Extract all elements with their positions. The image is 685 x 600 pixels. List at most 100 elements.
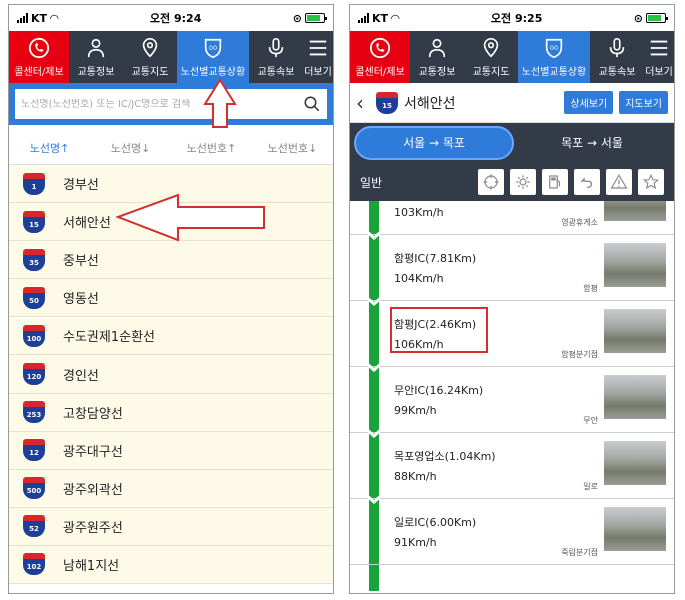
route-row[interactable]: 120 경인선 (9, 355, 333, 394)
route-header: ‹ 15 서해안선 상세보기 지도보기 (350, 83, 674, 123)
chevron-down-icon (362, 228, 386, 240)
segment-row[interactable]: 무안IC(16.24Km) 99Km/h 무안 (350, 360, 674, 433)
nav-route-status[interactable]: 00 노선별교통상황 (518, 31, 590, 83)
sort-num-asc[interactable]: 노선번호↑ (171, 140, 252, 156)
phone-icon (28, 37, 50, 58)
route-row[interactable]: 500 광주외곽선 (9, 470, 333, 508)
route-number: 120 (23, 369, 45, 386)
nav-label: 교통정보 (418, 66, 456, 78)
cctv-caption: 죽림분기점 (561, 548, 598, 557)
gas-station-icon[interactable] (542, 169, 568, 195)
chevron-down-icon (362, 426, 386, 438)
segment-row[interactable]: 함평JC(2.46Km) 106Km/h 함평분기점 (350, 294, 674, 367)
star-icon[interactable] (638, 169, 664, 195)
segment-name: 일로IC(6.00Km) (394, 516, 477, 529)
route-row[interactable]: 50 영동선 (9, 279, 333, 318)
detail-button[interactable]: 상세보기 (564, 91, 614, 114)
user-my-icon (87, 38, 105, 57)
route-row[interactable]: 12 광주대구선 (9, 432, 333, 470)
highlight-box (390, 307, 488, 353)
nav-route-status[interactable]: 00 노선별교통상황 (177, 31, 249, 83)
back-arrow-icon[interactable]: ‹ (356, 91, 370, 115)
route-number: 1 (23, 178, 45, 195)
direction-down-tab[interactable]: 서울 → 목포 (354, 126, 514, 160)
segment-row[interactable]: 영광IC(16.48Km)103Km/h 영광휴게소 (350, 201, 674, 235)
nav-callcenter[interactable]: 콜센터/제보 (350, 31, 410, 83)
nav-label: 더보기 (645, 66, 673, 78)
segment-row[interactable]: 목포영업소(1.04Km) 88Km/h 일로 (350, 426, 674, 499)
top-nav: 콜센터/제보 교통정보 교통지도 00 노선별교통상황 교통속보 더보기 (9, 31, 333, 83)
nav-breaking-news[interactable]: 교통속보 (249, 31, 303, 83)
search-input[interactable] (21, 98, 303, 110)
cctv-thumbnail[interactable] (604, 201, 666, 221)
route-row[interactable]: 253 고창담양선 (9, 394, 333, 432)
rest-area-icon[interactable] (574, 169, 600, 195)
nav-breaking-news[interactable]: 교통속보 (590, 31, 644, 83)
route-shield-icon: 15 (23, 210, 45, 233)
route-row[interactable]: 35 중부선 (9, 241, 333, 280)
nav-more[interactable]: 더보기 (644, 31, 674, 83)
route-shield-icon: 102 (23, 553, 45, 576)
route-shield-icon: 52 (23, 515, 45, 538)
highway-shield-icon: 00 (545, 38, 563, 58)
nav-callcenter[interactable]: 콜센터/제보 (9, 31, 69, 83)
route-name: 경인선 (63, 368, 99, 384)
status-bar: KT ◠ 오전 9:24 ⊙ (9, 5, 333, 31)
left-phone-screen: KT ◠ 오전 9:24 ⊙ 콜센터/제보 교통정보 교통지도 00 노선별교통… (8, 4, 334, 594)
nav-traffic-info[interactable]: 교통정보 (69, 31, 123, 83)
route-row[interactable]: 15 서해안선 (9, 203, 333, 242)
right-phone-screen: KT ◠ 오전 9:25 ⊙ 콜센터/제보 교통정보 교통지도 00 노선별교통… (349, 4, 675, 594)
cctv-thumbnail[interactable] (604, 441, 666, 485)
top-nav: 콜센터/제보 교통정보 교통지도 00 노선별교통상황 교통속보 더보기 (350, 31, 674, 83)
route-row[interactable]: 52 광주원주선 (9, 508, 333, 546)
nav-traffic-info[interactable]: 교통정보 (410, 31, 464, 83)
search-icon[interactable] (303, 95, 321, 113)
direction-toggle: 서울 → 목포 목포 → 서울 (350, 123, 674, 163)
segment-speed: 103Km/h (394, 206, 444, 219)
signal-icon (358, 13, 369, 23)
route-row[interactable]: 100 수도권제1순환선 (9, 317, 333, 356)
cctv-thumbnail[interactable] (604, 309, 666, 353)
cctv-thumbnail[interactable] (604, 243, 666, 287)
nav-label: 노선별교통상황 (180, 66, 246, 78)
svg-text:00: 00 (550, 43, 558, 51)
segment-name: 함평IC(7.81Km) (394, 252, 477, 265)
route-name: 고창담양선 (63, 406, 123, 422)
route-name: 영동선 (63, 292, 99, 308)
cctv-thumbnail[interactable] (604, 375, 666, 419)
nav-more[interactable]: 더보기 (303, 31, 333, 83)
route-shield-icon: 15 (376, 91, 398, 114)
lock-rotation-icon: ⊙ (292, 11, 302, 25)
sort-num-desc[interactable]: 노선번호↓ (252, 140, 333, 156)
sort-name-desc[interactable]: 노선명↓ (90, 140, 171, 156)
route-number: 253 (23, 407, 45, 424)
target-icon[interactable] (478, 169, 504, 195)
nav-traffic-map[interactable]: 교통지도 (123, 31, 177, 83)
map-view-button[interactable]: 지도보기 (619, 91, 668, 114)
route-number: 12 (23, 445, 45, 462)
battery-icon (305, 13, 327, 23)
route-name: 광주원주선 (63, 520, 123, 536)
nav-traffic-map[interactable]: 교통지도 (464, 31, 518, 83)
nav-label: 교통지도 (131, 66, 169, 78)
route-number: 52 (23, 521, 45, 538)
segment-row[interactable]: 일로IC(6.00Km) 91Km/h 죽림분기점 (350, 492, 674, 565)
segment-info: 목포영업소(1.04Km) 88Km/h (394, 447, 496, 487)
weather-icon[interactable] (510, 169, 536, 195)
segment-name: 무안IC(16.24Km) (394, 384, 484, 397)
svg-text:00: 00 (209, 43, 217, 51)
nav-label: 콜센터/제보 (14, 66, 64, 78)
direction-up-tab[interactable]: 목포 → 서울 (514, 126, 670, 160)
cctv-thumbnail[interactable] (604, 507, 666, 551)
route-shield-icon: 1 (23, 172, 45, 195)
route-shield-icon: 253 (23, 401, 45, 424)
warning-icon[interactable] (606, 169, 632, 195)
nav-label: 교통속보 (598, 66, 636, 78)
segment-row[interactable]: 함평IC(7.81Km) 104Km/h 함평 (350, 228, 674, 301)
route-row[interactable]: 1 경부선 (9, 165, 333, 204)
route-name: 중부선 (63, 254, 99, 270)
sort-name-asc[interactable]: 노선명↑ (9, 140, 90, 156)
route-row[interactable]: 102 남해1지선 (9, 546, 333, 585)
wifi-icon: ◠ (391, 11, 400, 25)
route-title: 서해안선 (404, 95, 456, 112)
